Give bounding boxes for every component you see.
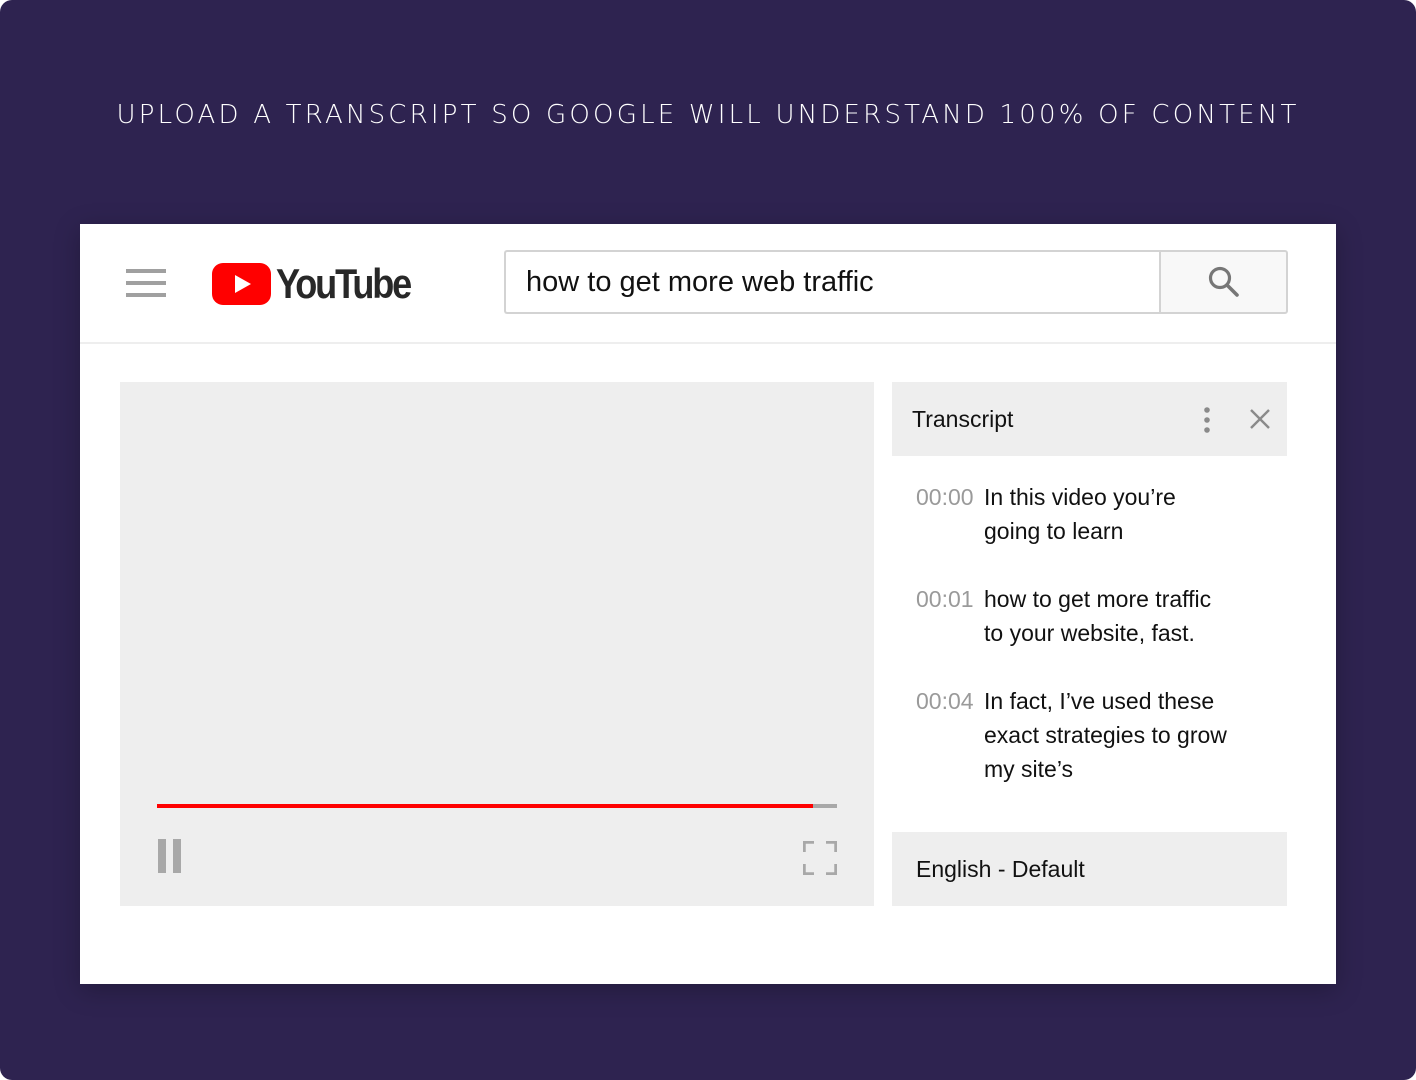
progress-fill [157,804,814,808]
youtube-play-icon [212,263,271,305]
transcript-entry[interactable]: 00:04 In fact, I’ve used these exact str… [892,684,1287,786]
hamburger-menu-icon[interactable] [126,269,166,297]
language-label: English - Default [916,856,1085,882]
pause-bar [158,839,166,873]
search-button[interactable] [1159,250,1288,314]
youtube-wordmark: YouTube [276,260,412,307]
transcript-entry[interactable]: 00:00 In this video you’re going to lear… [892,480,1287,548]
headline: UPLOAD A TRANSCRIPT SO GOOGLE WILL UNDER… [116,100,1300,130]
video-player[interactable] [120,382,874,906]
menu-line [126,269,166,273]
top-bar: YouTube [80,224,1336,344]
search-input[interactable] [504,250,1159,314]
language-selector[interactable]: English - Default [892,832,1287,906]
transcript-timestamp[interactable]: 00:04 [892,684,984,786]
transcript-entry[interactable]: 00:01 how to get more traffic to your we… [892,582,1287,650]
transcript-text: how to get more traffic to your website,… [984,586,1212,646]
transcript-panel: Transcript 00:00 In this video you’re go… [892,382,1287,906]
progress-bar[interactable] [157,804,837,808]
transcript-title: Transcript [912,406,1014,432]
transcript-text: In fact, I’ve used these exact strategie… [984,688,1227,782]
transcript-text: In this video you’re going to learn [984,484,1176,544]
more-vertical-icon[interactable] [1198,406,1216,434]
transcript-header: Transcript [892,382,1287,456]
transcript-timestamp[interactable]: 00:00 [892,480,984,548]
menu-line [126,293,166,297]
menu-line [126,281,166,285]
youtube-window: YouTube how to get more web traffic Tran… [80,224,1336,984]
transcript-list: 00:00 In this video you’re going to lear… [892,480,1287,820]
background-frame: UPLOAD A TRANSCRIPT SO GOOGLE WILL UNDER… [0,0,1416,1080]
search-icon [1208,266,1239,297]
pause-bar [173,839,181,873]
close-icon[interactable] [1248,407,1272,431]
transcript-timestamp[interactable]: 00:01 [892,582,984,650]
search-bar [504,250,1288,314]
pause-icon[interactable] [157,839,191,873]
youtube-logo[interactable]: YouTube [212,262,432,306]
fullscreen-icon[interactable] [803,841,837,875]
